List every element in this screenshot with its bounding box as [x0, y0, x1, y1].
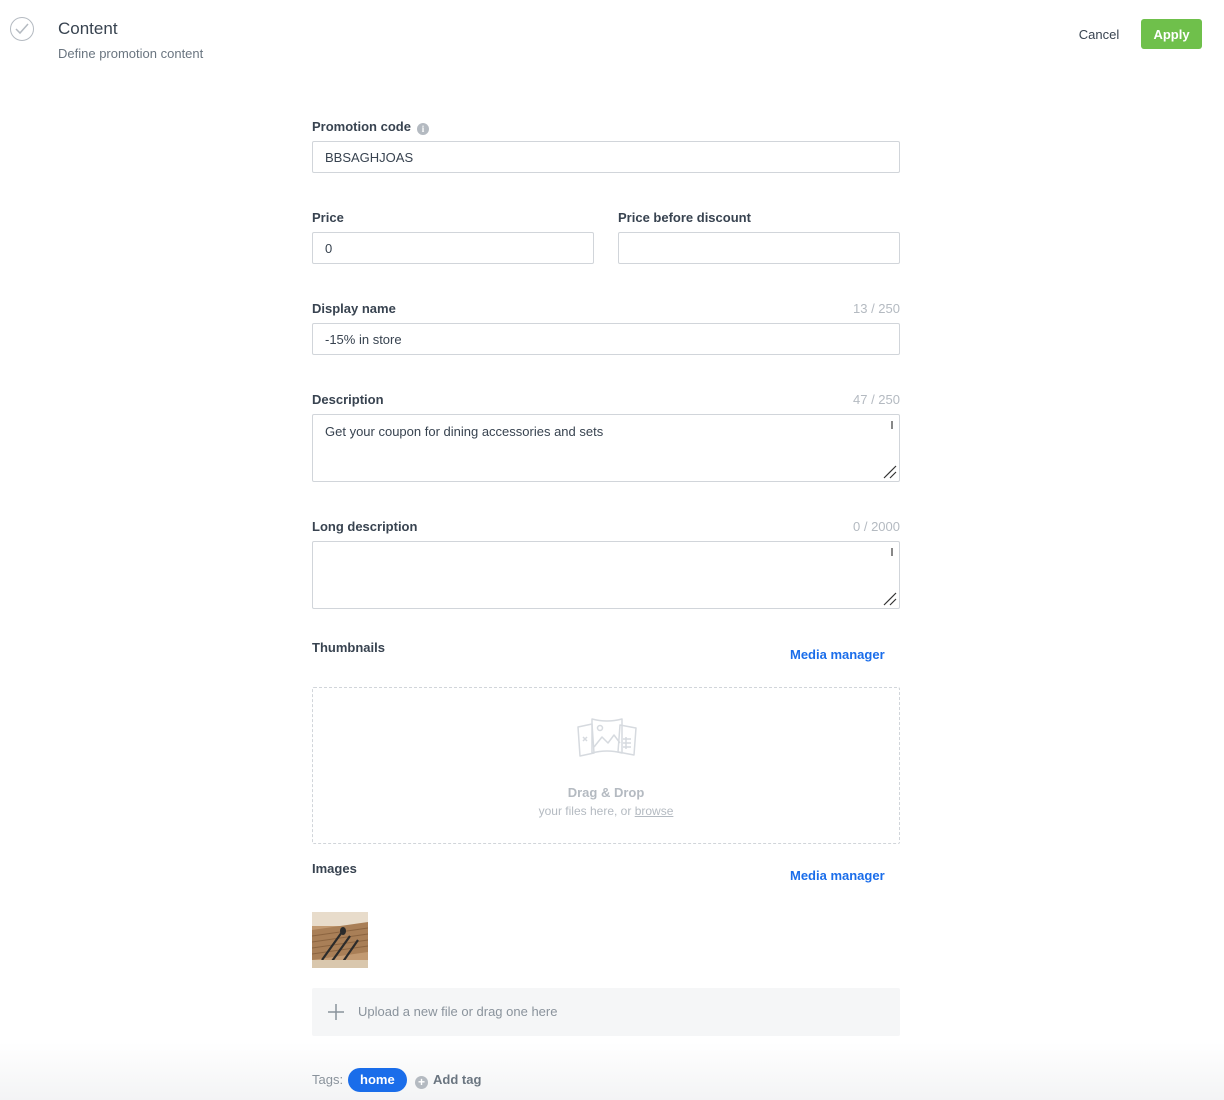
thumbnails-label: Thumbnails: [312, 640, 385, 655]
tags-label: Tags:: [312, 1072, 344, 1087]
cancel-button[interactable]: Cancel: [1064, 19, 1134, 49]
display-name-label: Display name: [312, 301, 396, 316]
image-thumbnail[interactable]: [312, 912, 368, 968]
display-name-input[interactable]: [312, 323, 900, 355]
upload-text: Upload a new file or drag one here: [358, 1004, 558, 1019]
description-counter: 47 / 250: [853, 392, 900, 407]
scrollbar[interactable]: [891, 548, 893, 556]
description-label: Description: [312, 392, 384, 407]
image-thumbnail-picture: [312, 912, 368, 968]
page-subtitle: Define promotion content: [58, 46, 204, 61]
add-tag-label: Add tag: [433, 1072, 482, 1087]
page-title: Content: [58, 19, 118, 38]
scrollbar[interactable]: [891, 421, 893, 429]
apply-button[interactable]: Apply: [1141, 19, 1202, 49]
footer-shade: [0, 1042, 1224, 1100]
price-before-discount-input[interactable]: [618, 232, 900, 264]
info-icon[interactable]: i: [416, 123, 429, 135]
resize-handle-icon[interactable]: [883, 592, 897, 606]
long-description-textarea[interactable]: [312, 541, 900, 609]
plus-icon: [328, 1004, 344, 1020]
upload-new-file-area[interactable]: Upload a new file or drag one here: [312, 988, 900, 1036]
description-textarea[interactable]: Get your coupon for dining accessories a…: [312, 414, 900, 482]
dropzone-subtitle-text: your files here, or: [538, 804, 632, 818]
dropzone-title: Drag & Drop: [567, 785, 645, 800]
promotion-code-label-text: Promotion code: [312, 119, 411, 134]
price-before-discount-label: Price before discount: [618, 210, 751, 225]
resize-handle-icon[interactable]: [883, 465, 897, 479]
thumbnails-dropzone[interactable]: Drag & Drop your files here, or browse: [312, 687, 900, 844]
long-description-label: Long description: [312, 519, 418, 534]
display-name-counter: 13 / 250: [853, 301, 900, 316]
promotion-code-input[interactable]: [312, 141, 900, 173]
thumbnails-media-manager-link[interactable]: Media manager: [790, 647, 885, 662]
browse-link[interactable]: browse: [635, 804, 674, 818]
add-tag-button[interactable]: + Add tag: [415, 1072, 481, 1089]
long-description-counter: 0 / 2000: [853, 519, 900, 534]
description-text: Get your coupon for dining accessories a…: [325, 424, 604, 439]
price-label: Price: [312, 210, 344, 225]
promotion-code-label: Promotion code i: [312, 119, 429, 135]
plus-circle-icon: +: [415, 1076, 428, 1089]
price-input[interactable]: [312, 232, 594, 264]
tag-chip-home[interactable]: home: [348, 1068, 407, 1092]
dropzone-subtitle: your files here, or browse: [313, 804, 899, 818]
images-media-manager-link[interactable]: Media manager: [790, 868, 885, 883]
images-label: Images: [312, 861, 357, 876]
images-placeholder-icon: [577, 718, 637, 757]
status-check-icon: [10, 17, 34, 41]
